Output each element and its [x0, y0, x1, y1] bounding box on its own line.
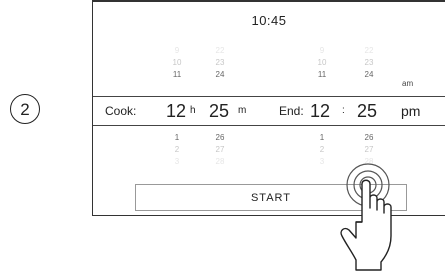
- end-period-value[interactable]: pm: [401, 97, 420, 125]
- hand-pointer-icon: [340, 163, 392, 271]
- scroll-value: 3: [319, 157, 325, 166]
- scroll-value: 23: [215, 58, 225, 67]
- cook-minutes-scroll-above[interactable]: 22 23 24: [210, 45, 230, 81]
- cook-minutes-scroll-below[interactable]: 26 27 28: [210, 132, 230, 168]
- scroll-value: 22: [364, 46, 374, 55]
- scroll-value: 28: [215, 157, 225, 166]
- scroll-value: 11: [172, 70, 182, 79]
- scroll-value: 1: [319, 133, 325, 142]
- scroll-value: 1: [174, 133, 180, 142]
- row-divider-bottom: [93, 125, 445, 126]
- scroll-value: 10: [172, 58, 182, 67]
- cook-hours-value[interactable]: 12: [166, 97, 186, 125]
- cook-minutes-unit: m: [238, 105, 247, 116]
- period-option-am[interactable]: am: [402, 79, 413, 88]
- cook-label: Cook:: [105, 104, 137, 118]
- scroll-value: 22: [215, 46, 225, 55]
- scroll-value: 27: [215, 145, 225, 154]
- scroll-value: 23: [364, 58, 374, 67]
- scroll-value: 10: [317, 58, 327, 67]
- display-top-border: [93, 0, 445, 2]
- scroll-value: 26: [364, 133, 374, 142]
- scroll-value: 2: [319, 145, 325, 154]
- time-settings-row: Cook: 12 h 25 m End: 12 : 25 pm: [93, 97, 445, 125]
- scroll-value: 24: [215, 70, 225, 79]
- cook-hours-scroll-above[interactable]: 9 10 11: [167, 45, 187, 81]
- step-number-badge: 2: [10, 94, 40, 124]
- end-label: End:: [279, 104, 304, 118]
- end-time-separator: :: [342, 105, 345, 116]
- scroll-value: 9: [174, 46, 180, 55]
- scroll-value: 2: [174, 145, 180, 154]
- cook-minutes-value[interactable]: 25: [209, 97, 229, 125]
- end-hours-scroll-below[interactable]: 1 2 3: [312, 132, 332, 168]
- cook-hours-unit: h: [190, 105, 196, 116]
- scroll-value: 24: [364, 70, 374, 79]
- end-hours-value[interactable]: 12: [310, 97, 330, 125]
- cook-hours-scroll-below[interactable]: 1 2 3: [167, 132, 187, 168]
- scroll-value: 26: [215, 133, 225, 142]
- scroll-value: 9: [319, 46, 325, 55]
- end-minutes-value[interactable]: 25: [357, 97, 377, 125]
- scroll-value: 27: [364, 145, 374, 154]
- scroll-value: 11: [317, 70, 327, 79]
- end-minutes-scroll-above[interactable]: 22 23 24: [359, 45, 379, 81]
- scroll-value: 3: [174, 157, 180, 166]
- end-hours-scroll-above[interactable]: 9 10 11: [312, 45, 332, 81]
- clock-time: 10:45: [251, 13, 287, 28]
